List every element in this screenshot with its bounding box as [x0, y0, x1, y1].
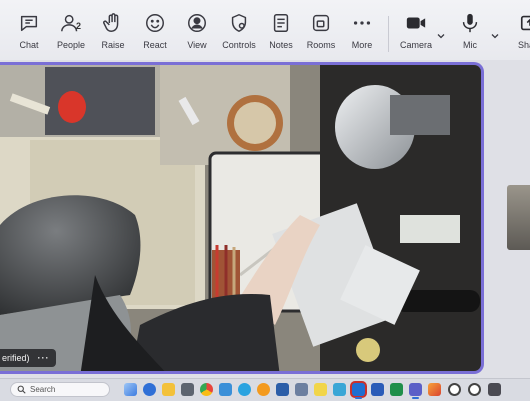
chrome-taskbar-icon[interactable] [200, 383, 213, 396]
obs-studio-taskbar-icon[interactable] [468, 383, 481, 396]
photos-taskbar-icon[interactable] [428, 383, 441, 396]
telegram-taskbar-icon[interactable] [238, 383, 251, 396]
more-button[interactable]: More [337, 12, 387, 58]
file-explorer-taskbar-icon[interactable] [162, 383, 175, 396]
ellipsis-icon [353, 21, 371, 25]
mic-label: Mic [463, 40, 477, 50]
notes-icon [273, 14, 289, 32]
edge-taskbar-icon[interactable] [219, 383, 232, 396]
rooms-label: Rooms [306, 40, 336, 50]
participant-more-button[interactable]: ··· [38, 353, 50, 363]
react-label: React [143, 40, 167, 50]
share-label: Share [517, 40, 530, 50]
participant-name-tag: erified) ··· [0, 349, 56, 367]
word-taskbar-icon[interactable] [371, 383, 384, 396]
participant-thumbnail[interactable] [507, 185, 530, 250]
smiley-icon [146, 14, 164, 32]
participant-count: 2 [76, 21, 82, 31]
mic-button[interactable]: Mic [445, 12, 495, 58]
shared-video-feed[interactable]: erified) ··· [0, 62, 484, 374]
pages-taskbar-icon[interactable] [257, 383, 270, 396]
share-button[interactable]: Share [505, 12, 530, 58]
more-label: More [351, 40, 373, 50]
app-taskbar-icon-2[interactable] [488, 383, 501, 396]
copilot-taskbar-icon[interactable] [124, 383, 137, 396]
teams-taskbar-icon[interactable] [409, 383, 422, 399]
chat-icon [20, 15, 38, 32]
participant-name: erified) [2, 353, 30, 363]
raise-hand-icon [103, 13, 119, 32]
media-taskbar-icon[interactable] [333, 383, 346, 396]
chevron-down-icon [491, 34, 499, 39]
rooms-icon [312, 14, 330, 32]
chat-label: Chat [19, 40, 39, 50]
camera-icon [406, 17, 426, 29]
view-icon [188, 14, 206, 32]
camera-button[interactable]: Camera [391, 12, 441, 58]
shield-gear-icon [231, 14, 247, 32]
search-icon [17, 385, 26, 394]
notes-label: Notes [269, 40, 293, 50]
sticky-notes-taskbar-icon[interactable] [314, 383, 327, 396]
video-frame-image [0, 65, 481, 371]
obs-taskbar-icon[interactable] [448, 383, 461, 396]
view-label: View [187, 40, 207, 50]
search-placeholder: Search [30, 385, 56, 394]
outlook-taskbar-icon[interactable] [352, 383, 365, 399]
taskbar-search-box[interactable]: Search [10, 382, 110, 397]
share-icon [520, 15, 530, 31]
mic-icon [462, 13, 478, 33]
toolbar-divider [388, 16, 389, 52]
app-taskbar-icon[interactable] [181, 383, 194, 396]
reader-taskbar-icon[interactable] [276, 383, 289, 396]
excel-taskbar-icon[interactable] [390, 383, 403, 396]
camera-label: Camera [399, 40, 432, 50]
windows-taskbar: Search [0, 378, 530, 401]
task-view-taskbar-icon[interactable] [143, 383, 156, 396]
controls-label: Controls [222, 40, 256, 50]
meeting-stage: erified) ··· [0, 60, 530, 378]
meeting-toolbar: Chat 2 People Raise React View Controls … [0, 0, 530, 60]
people-label: People [56, 40, 86, 50]
mic-options-chevron[interactable] [490, 28, 500, 39]
raise-label: Raise [101, 40, 125, 50]
maps-taskbar-icon[interactable] [295, 383, 308, 396]
